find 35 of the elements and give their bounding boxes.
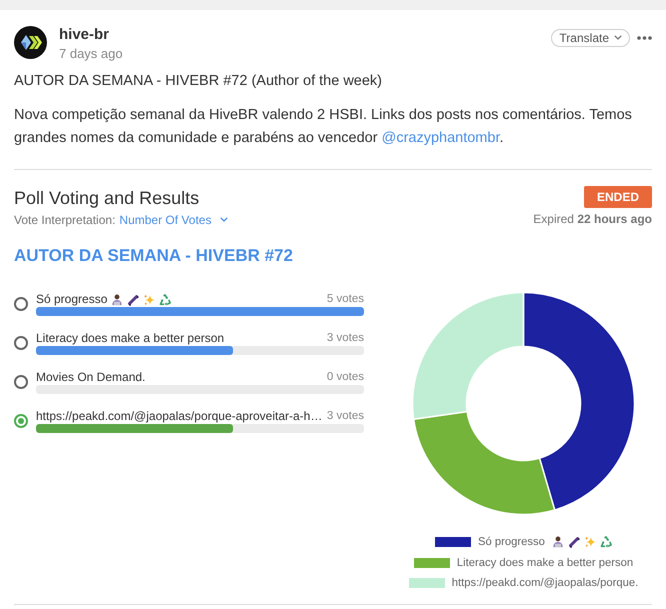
recycle-icon (600, 536, 612, 548)
legend-label: https://peakd.com/@jaopalas/porque. (452, 576, 638, 592)
option-label: https://peakd.com/@jaopalas/porque-aproveitar-a-h… (36, 409, 322, 424)
vote-count: 3 votes (326, 331, 364, 346)
chevron-down-icon (220, 217, 228, 222)
person-at-laptop-icon (111, 294, 124, 306)
more-icon[interactable] (637, 36, 652, 40)
expiry-text: Expired 22 hours ago (533, 211, 652, 227)
post-time: 7 days ago (59, 45, 123, 63)
radio-button[interactable] (14, 297, 28, 311)
legend-label: Só progresso (478, 535, 545, 550)
avatar-icon (14, 26, 47, 59)
option-label: Movies On Demand. (36, 370, 146, 385)
legend-label: Literacy does make a better person (456, 556, 634, 571)
vote-count: 5 votes (326, 292, 364, 307)
radio-button[interactable] (14, 414, 28, 428)
radio-button[interactable] (14, 336, 28, 350)
option-label: Só progresso (36, 292, 108, 307)
post-title: AUTOR DA SEMANA - HIVEBR #72 (Author of the week) (14, 72, 384, 91)
sparkles-icon (584, 536, 596, 548)
vote-count: 3 votes (326, 409, 364, 424)
radio-button[interactable] (14, 375, 28, 389)
poll-heading: Poll Voting and Results (14, 186, 200, 210)
poll-title: AUTOR DA SEMANA - HIVEBR #72 (14, 244, 294, 266)
recycle-icon (159, 294, 172, 306)
person-at-laptop-icon (552, 536, 564, 548)
sparkles-icon (143, 294, 156, 306)
interpretation-label: Vote Interpretation: (14, 212, 116, 228)
option-label: Literacy does make a better person (36, 331, 224, 346)
vote-count: 0 votes (326, 370, 364, 385)
chevron-down-icon (614, 35, 622, 40)
status-badge: ENDED (584, 186, 652, 208)
post-body: Nova competição semanal da HiveBR valendo 2 HSBI. Links dos posts nos comentários. Temos grandes nomes da comunidade e parabéns ao vencedor @crazyphantombr. (14, 106, 633, 148)
translate-button[interactable]: Translate (551, 28, 630, 46)
author-name[interactable]: hive-br (59, 25, 123, 45)
